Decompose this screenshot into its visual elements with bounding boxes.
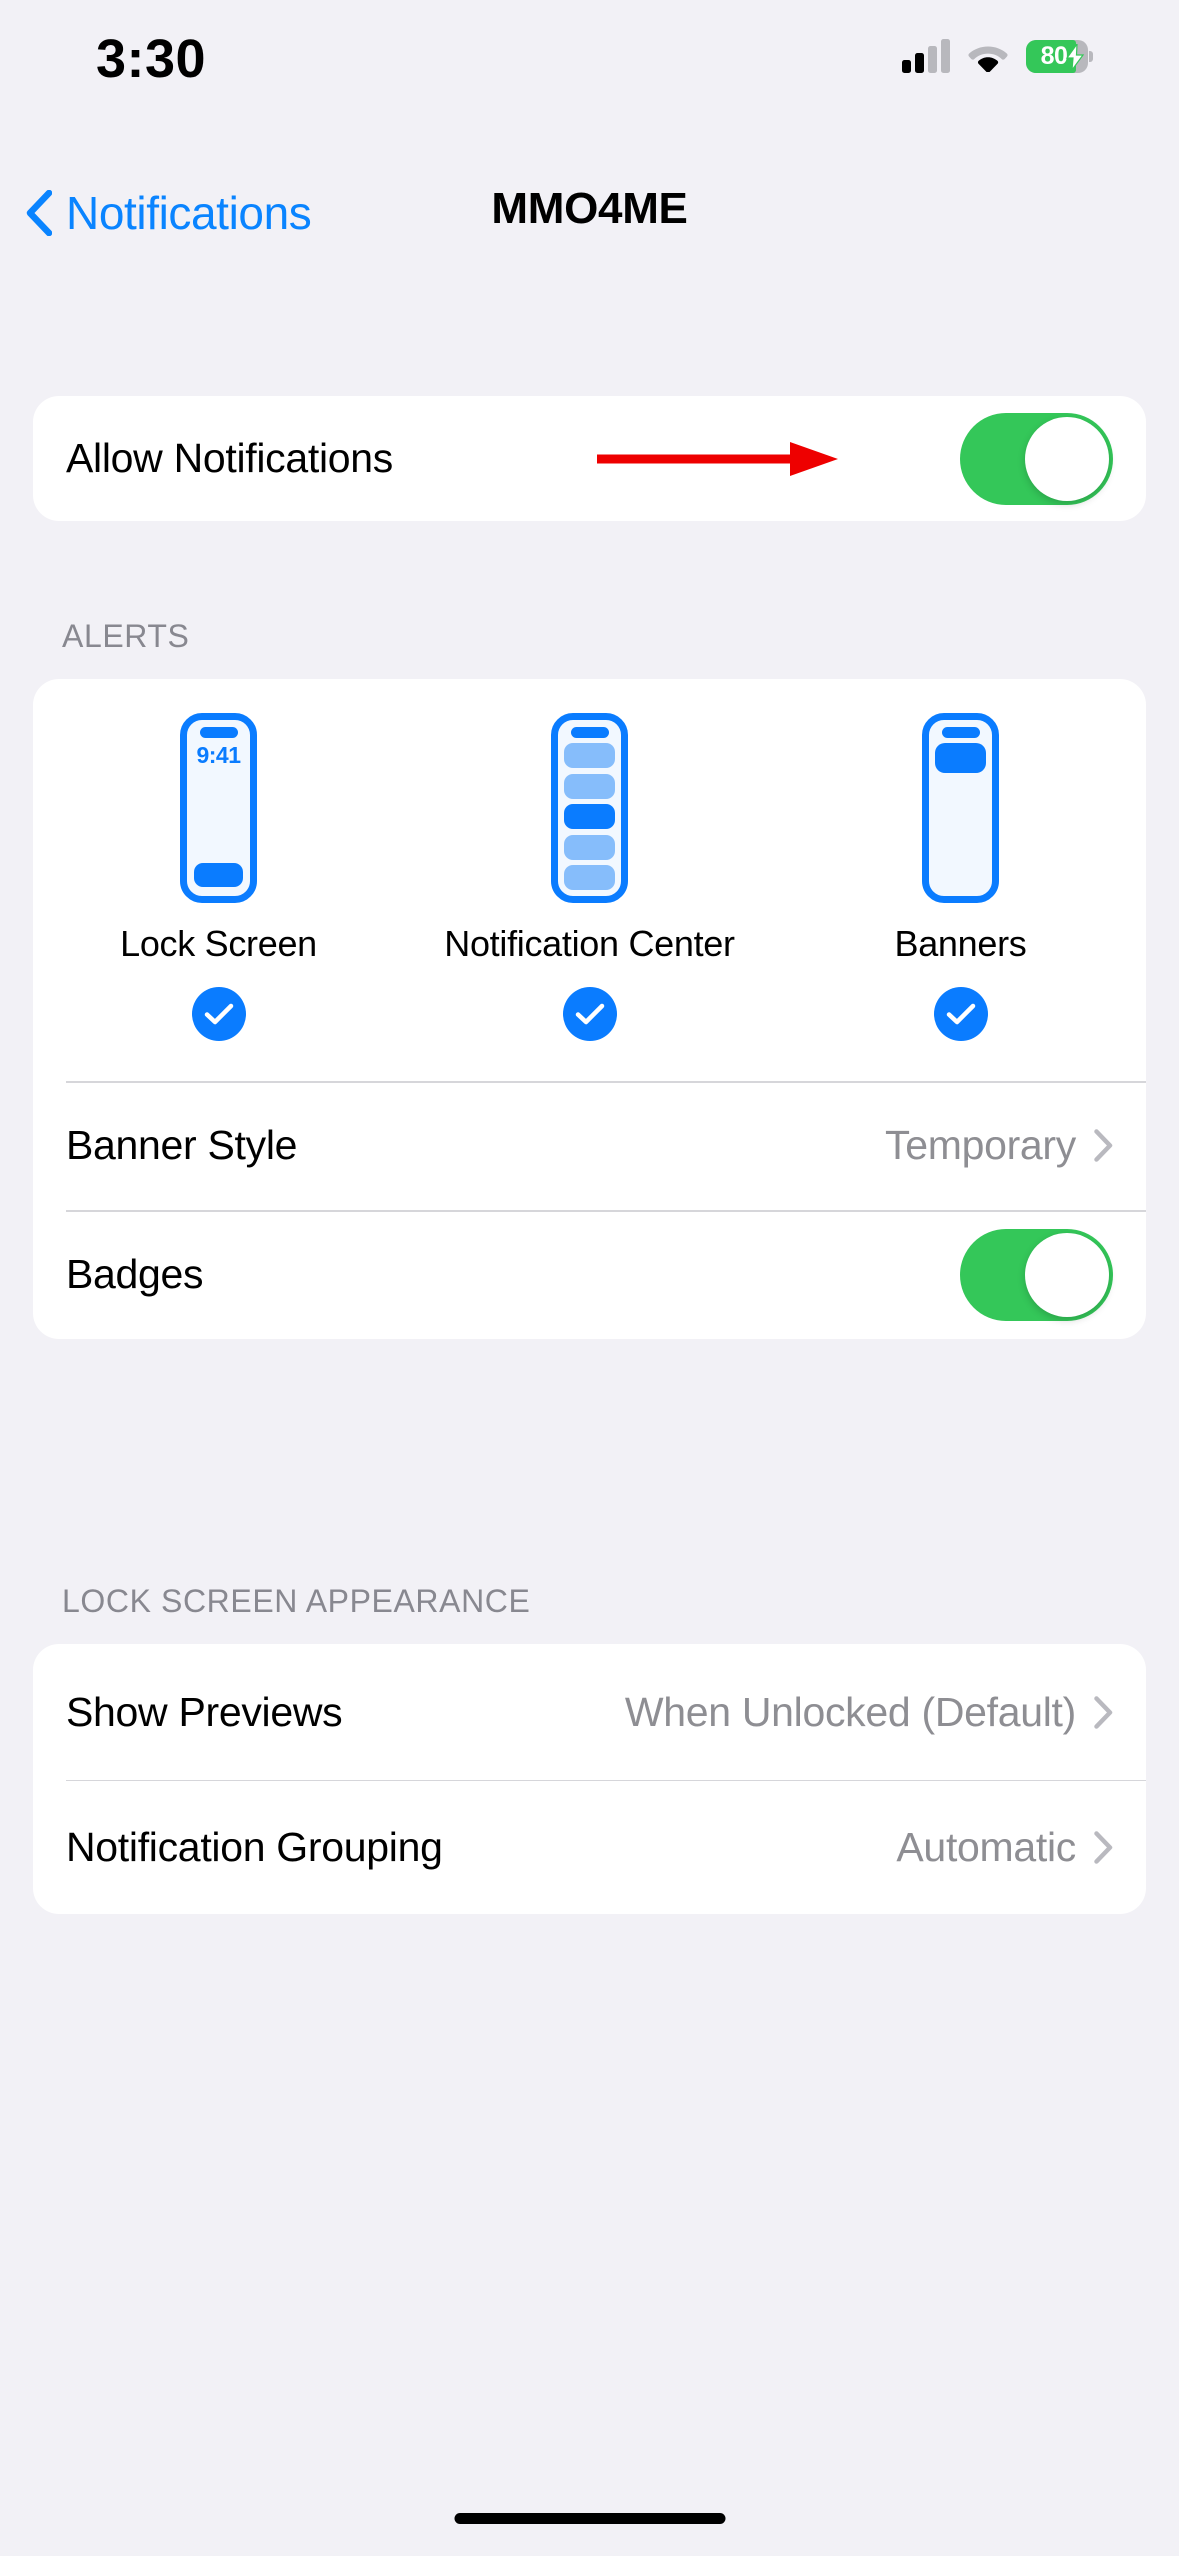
- checkmark-icon-banners[interactable]: [933, 987, 988, 1041]
- preview-lock-screen-time: 9:41: [196, 742, 241, 768]
- dynamic-island-icon: [199, 727, 238, 738]
- status-bar-indicators: 80: [902, 34, 1093, 78]
- dynamic-island-icon: [941, 727, 980, 738]
- chevron-right-icon: [1094, 1696, 1113, 1729]
- battery-charging-icon: 80: [1026, 39, 1093, 73]
- preview-notification-list: [564, 743, 615, 890]
- dynamic-island-icon: [570, 727, 609, 738]
- settings-screen: 3:30 80 Notifications MMO4ME Allow Notif…: [0, 0, 1179, 2556]
- banners-phone-icon: [922, 713, 999, 903]
- chevron-right-icon: [1094, 1831, 1113, 1864]
- badges-toggle[interactable]: [960, 1228, 1113, 1321]
- alert-option-notification-center[interactable]: Notification Center: [404, 713, 775, 1041]
- banner-style-label: Banner Style: [66, 1122, 298, 1168]
- allow-notifications-row[interactable]: Allow Notifications: [33, 396, 1146, 521]
- notification-grouping-row[interactable]: Notification Grouping Automatic: [33, 1781, 1146, 1914]
- notification-grouping-label: Notification Grouping: [66, 1824, 443, 1870]
- alert-option-lock-screen[interactable]: 9:41 Lock Screen: [33, 713, 404, 1041]
- page-title: MMO4ME: [491, 184, 688, 233]
- checkmark-icon-notification-center[interactable]: [562, 987, 617, 1041]
- allow-notifications-card: Allow Notifications: [33, 396, 1146, 521]
- show-previews-label: Show Previews: [66, 1689, 343, 1735]
- cellular-signal-icon: [902, 39, 950, 73]
- status-bar: 3:30 80: [0, 0, 1179, 160]
- lock-screen-phone-icon: 9:41: [180, 713, 257, 903]
- chevron-left-icon: [26, 190, 52, 236]
- preview-notification-bar: [194, 863, 243, 887]
- checkmark-icon-lock-screen[interactable]: [191, 987, 246, 1041]
- show-previews-value: When Unlocked (Default): [624, 1689, 1076, 1735]
- alert-option-banners[interactable]: Banners: [775, 713, 1146, 1041]
- lock-screen-appearance-card: Show Previews When Unlocked (Default) No…: [33, 1644, 1146, 1914]
- home-indicator[interactable]: [454, 2513, 725, 2524]
- alert-option-label-notification-center: Notification Center: [444, 923, 735, 964]
- alert-option-label-banners: Banners: [894, 923, 1027, 964]
- allow-notifications-toggle[interactable]: [960, 412, 1113, 505]
- notification-center-phone-icon: [551, 713, 628, 903]
- notification-grouping-value: Automatic: [896, 1824, 1076, 1870]
- alerts-card: 9:41 Lock Screen Notification Center Ban…: [33, 679, 1146, 1339]
- toggle-knob: [1025, 416, 1109, 501]
- banner-style-row[interactable]: Banner Style Temporary: [33, 1081, 1146, 1210]
- preview-banner-bar: [935, 743, 986, 773]
- row-divider: [66, 1210, 1146, 1212]
- badges-label: Badges: [66, 1251, 204, 1297]
- chevron-right-icon: [1094, 1129, 1113, 1162]
- wifi-icon: [967, 40, 1009, 73]
- alert-style-previews: 9:41 Lock Screen Notification Center Ban…: [33, 679, 1146, 1041]
- show-previews-row[interactable]: Show Previews When Unlocked (Default): [33, 1644, 1146, 1781]
- status-bar-time: 3:30: [96, 29, 207, 89]
- badges-row[interactable]: Badges: [33, 1210, 1146, 1339]
- toggle-knob: [1025, 1232, 1109, 1317]
- charging-bolt-icon: [1065, 43, 1085, 70]
- lock-screen-appearance-header: LOCK SCREEN APPEARANCE: [62, 1583, 531, 1619]
- navigation-bar: Notifications MMO4ME: [0, 176, 1179, 286]
- row-divider: [66, 1081, 1146, 1083]
- allow-notifications-label: Allow Notifications: [66, 435, 393, 481]
- alerts-section-header: ALERTS: [62, 618, 190, 654]
- banner-style-value: Temporary: [885, 1122, 1076, 1168]
- alert-option-label-lock-screen: Lock Screen: [120, 923, 317, 964]
